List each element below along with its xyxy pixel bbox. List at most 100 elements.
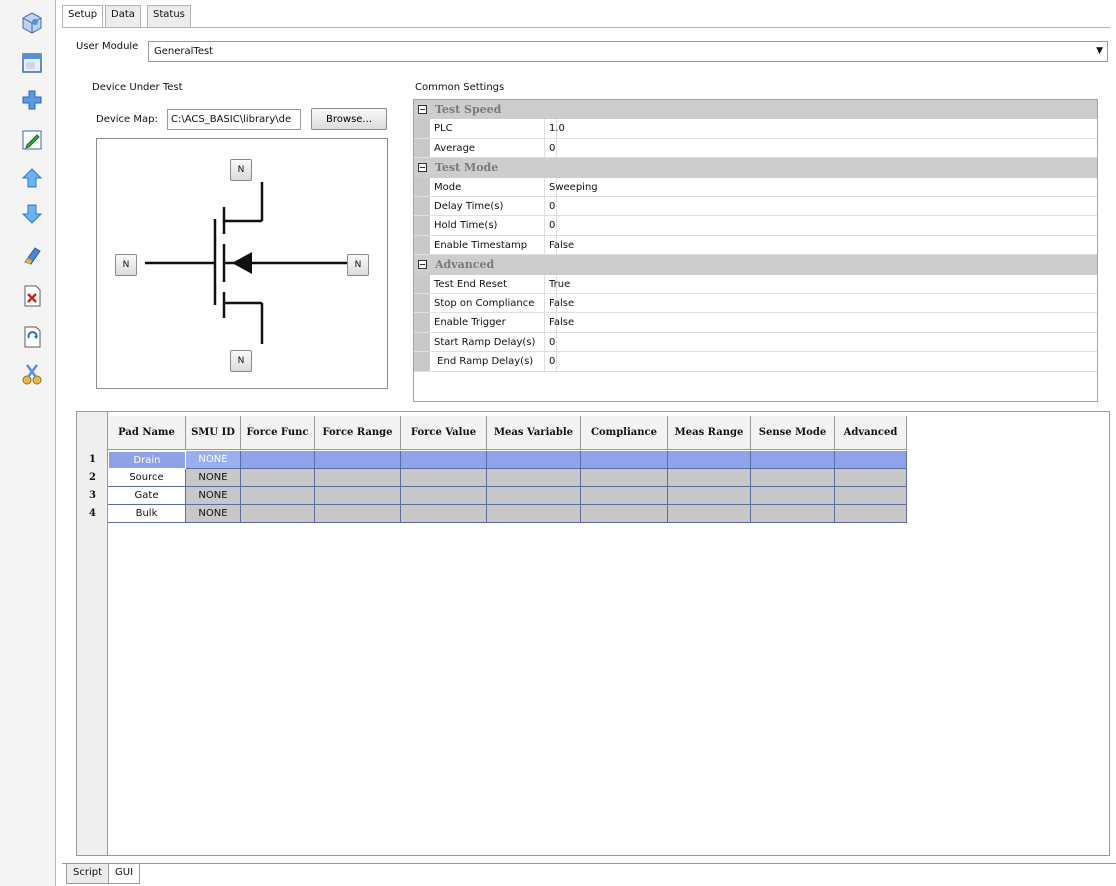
tab-status[interactable]: Status <box>147 5 191 27</box>
pad-name-cell[interactable]: Bulk <box>108 505 186 523</box>
smu-id-cell[interactable]: NONE <box>186 505 241 523</box>
meas-range-cell[interactable] <box>668 505 751 523</box>
meas-variable-cell[interactable] <box>487 469 581 487</box>
property-value[interactable]: Sweeping <box>549 178 598 197</box>
column-header-pad-name[interactable]: Pad Name <box>108 416 186 450</box>
property-value[interactable]: 0 <box>549 333 555 352</box>
meas-variable-cell[interactable] <box>487 505 581 523</box>
tab-gui[interactable]: GUI <box>108 864 141 884</box>
column-header-force-value[interactable]: Force Value <box>401 416 487 450</box>
column-header-meas-variable[interactable]: Meas Variable <box>487 416 581 450</box>
property-value[interactable]: 0 <box>549 139 555 158</box>
property-value[interactable]: 0 <box>549 352 555 371</box>
force-func-cell[interactable] <box>241 469 315 487</box>
column-header-compliance[interactable]: Compliance <box>581 416 668 450</box>
arrow-down-icon[interactable] <box>19 201 45 227</box>
property-row-end-ramp-delay[interactable]: End Ramp Delay(s) 0 <box>414 352 1097 372</box>
tab-script[interactable]: Script <box>66 864 110 884</box>
pin-button-bottom[interactable]: N <box>230 350 252 372</box>
dropdown-arrow-icon[interactable]: ▼ <box>1096 46 1103 56</box>
pad-name-cell[interactable]: Gate <box>108 487 186 505</box>
property-row-average[interactable]: Average 0 <box>414 138 1097 159</box>
smu-id-cell[interactable]: NONE <box>186 487 241 505</box>
copy-document-icon[interactable] <box>19 324 45 350</box>
meas-range-cell[interactable] <box>668 487 751 505</box>
plus-icon[interactable] <box>19 87 45 113</box>
window-icon[interactable] <box>19 50 45 76</box>
property-row-enable-timestamp[interactable]: Enable Timestamp False <box>414 235 1097 256</box>
force-func-cell[interactable] <box>241 487 315 505</box>
advanced-cell[interactable] <box>835 487 907 505</box>
collapse-icon[interactable] <box>418 163 427 173</box>
pad-name-cell[interactable]: Source <box>108 469 186 487</box>
property-value[interactable]: True <box>549 275 570 294</box>
meas-variable-cell[interactable] <box>487 487 581 505</box>
force-range-cell[interactable] <box>315 469 401 487</box>
property-row-plc[interactable]: PLC 1.0 <box>414 119 1097 139</box>
edit-icon[interactable] <box>19 127 45 153</box>
advanced-cell[interactable] <box>835 505 907 523</box>
property-row-mode[interactable]: Mode Sweeping <box>414 177 1097 197</box>
column-header-force-range[interactable]: Force Range <box>315 416 401 450</box>
category-advanced[interactable]: Advanced <box>414 255 1097 275</box>
property-row-delay-time[interactable]: Delay Time(s) 0 <box>414 197 1097 217</box>
property-value[interactable]: 0 <box>549 197 555 216</box>
property-row-enable-trigger[interactable]: Enable Trigger False <box>414 313 1097 333</box>
scissors-icon[interactable] <box>19 361 45 387</box>
column-header-smu-id[interactable]: SMU ID <box>186 416 241 450</box>
force-value-cell[interactable] <box>401 451 487 469</box>
property-row-stop-on-compliance[interactable]: Stop on Compliance False <box>414 294 1097 314</box>
pad-name-cell[interactable]: Drain <box>108 451 186 469</box>
arrow-up-icon[interactable] <box>19 165 45 191</box>
property-row-start-ramp-delay[interactable]: Start Ramp Delay(s) 0 <box>414 332 1097 353</box>
meas-range-cell[interactable] <box>668 469 751 487</box>
column-header-advanced[interactable]: Advanced <box>835 416 907 450</box>
collapse-icon[interactable] <box>418 105 427 114</box>
property-row-hold-time[interactable]: Hold Time(s) 0 <box>414 216 1097 236</box>
tab-data[interactable]: Data <box>105 5 141 27</box>
package-icon[interactable] <box>19 9 45 35</box>
sense-mode-cell[interactable] <box>751 505 835 523</box>
compliance-cell[interactable] <box>581 469 668 487</box>
meas-range-cell[interactable] <box>668 451 751 469</box>
property-value[interactable]: 0 <box>549 216 555 235</box>
force-value-cell[interactable] <box>401 469 487 487</box>
smu-id-cell[interactable]: NONE <box>186 469 241 487</box>
meas-variable-cell[interactable] <box>487 451 581 469</box>
pin-button-gate-top[interactable]: N <box>230 159 252 181</box>
sense-mode-cell[interactable] <box>751 487 835 505</box>
compliance-cell[interactable] <box>581 487 668 505</box>
force-value-cell[interactable] <box>401 487 487 505</box>
column-header-force-func[interactable]: Force Func <box>241 416 315 450</box>
pin-button-right[interactable]: N <box>347 254 369 276</box>
property-value[interactable]: False <box>549 236 574 255</box>
compliance-cell[interactable] <box>581 451 668 469</box>
collapse-icon[interactable] <box>418 260 427 270</box>
force-range-cell[interactable] <box>315 451 401 469</box>
advanced-cell[interactable] <box>835 469 907 487</box>
compliance-cell[interactable] <box>581 505 668 523</box>
force-range-cell[interactable] <box>315 505 401 523</box>
force-func-cell[interactable] <box>241 505 315 523</box>
eraser-icon[interactable] <box>19 242 45 268</box>
pin-button-left[interactable]: N <box>115 254 137 276</box>
property-value[interactable]: 1.0 <box>549 119 565 138</box>
column-header-meas-range[interactable]: Meas Range <box>668 416 751 450</box>
column-header-sense-mode[interactable]: Sense Mode <box>751 416 835 450</box>
sense-mode-cell[interactable] <box>751 469 835 487</box>
category-test-mode[interactable]: Test Mode <box>414 158 1097 178</box>
property-value[interactable]: False <box>549 313 574 332</box>
device-map-input[interactable]: C:\ACS_BASIC\library\de <box>167 109 301 130</box>
force-func-cell[interactable] <box>241 451 315 469</box>
property-row-test-end-reset[interactable]: Test End Reset True <box>414 274 1097 294</box>
force-value-cell[interactable] <box>401 505 487 523</box>
browse-button[interactable]: Browse... <box>311 108 387 130</box>
smu-id-cell[interactable]: NONE <box>186 451 241 469</box>
property-value[interactable]: False <box>549 294 574 313</box>
delete-document-icon[interactable] <box>19 283 45 309</box>
user-module-select[interactable]: GeneralTest ▼ <box>148 41 1108 62</box>
category-test-speed[interactable]: Test Speed <box>414 100 1097 120</box>
tab-setup[interactable]: Setup <box>62 5 104 28</box>
force-range-cell[interactable] <box>315 487 401 505</box>
sense-mode-cell[interactable] <box>751 451 835 469</box>
